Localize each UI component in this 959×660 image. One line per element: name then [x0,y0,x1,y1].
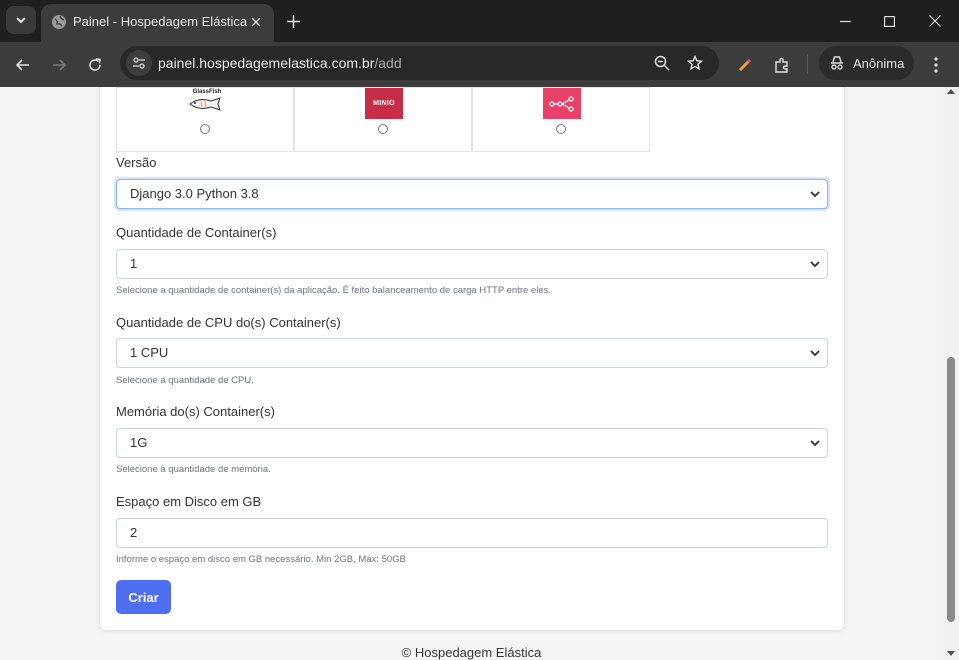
minimize-icon [839,20,851,22]
maximize-button[interactable] [875,8,903,34]
page-viewport: GlassFish MINIO Versão Django 3.0 Python… [0,87,943,660]
pen-icon [738,58,752,72]
window-close-button[interactable] [921,8,949,34]
extension-pen-button[interactable] [731,51,759,79]
fish-icon [189,97,221,111]
plus-icon [286,14,300,28]
close-icon [929,15,941,27]
profile-label: Anônima [853,55,905,71]
chevron-down-icon [810,191,820,198]
address-bar[interactable]: painel.hospedagemelastica.com.br/add [120,46,719,80]
tab-title: Painel - Hospedagem Elástica [73,14,248,29]
reload-icon [89,58,101,71]
scroll-up-arrow-icon[interactable] [947,89,955,94]
scroll-down-arrow-icon[interactable] [947,651,955,656]
tab-close-button[interactable] [246,12,266,32]
create-button-label: Criar [128,589,159,605]
memory-help: Selecione a quantidade de memória. [116,464,271,475]
maximize-icon [883,15,895,27]
minimize-button[interactable] [831,8,859,34]
version-select[interactable]: Django 3.0 Python 3.8 [116,179,828,209]
disk-help: Informe o espaço em disco em GB necessár… [116,554,406,565]
extensions-button[interactable] [768,51,796,79]
version-label: Versão [116,155,157,170]
bookmark-button[interactable] [684,52,706,74]
nodes-logo [543,88,581,119]
incognito-icon [831,56,843,70]
chevron-down-icon [810,440,820,447]
cpu-help: Selecione a quantidade de CPU. [116,375,254,386]
radio-nodes[interactable] [556,124,566,134]
chevron-down-icon [810,261,820,268]
containers-select[interactable]: 1 [116,249,828,279]
minio-logo: MINIO [365,88,403,119]
create-button[interactable]: Criar [116,580,171,614]
radio-minio[interactable] [378,124,388,134]
memory-select[interactable]: 1G [116,428,828,458]
version-value: Django 3.0 Python 3.8 [130,186,259,201]
containers-help: Selecione a quantidade de container(s) d… [116,285,551,296]
back-button[interactable] [9,51,37,79]
url-text: painel.hospedagemelastica.com.br/add [158,55,402,71]
zoom-icon [654,55,670,71]
active-tab[interactable]: Painel - Hospedagem Elástica [41,4,274,42]
image-option-minio[interactable]: MINIO [294,87,472,152]
page-scrollbar[interactable] [943,87,959,660]
globe-icon [52,15,66,29]
incognito-profile-button[interactable]: Anônima [819,46,914,80]
glassfish-logo: GlassFish [187,88,227,118]
tab-search-button[interactable] [6,6,36,34]
disk-value: 2 [130,525,138,540]
reload-button[interactable] [81,51,109,79]
form-card: GlassFish MINIO Versão Django 3.0 Python… [100,87,844,630]
disk-label: Espaço em Disco em GB [116,494,262,509]
memory-value: 1G [130,435,148,450]
browser-toolbar: painel.hospedagemelastica.com.br/add Anô… [0,42,959,87]
cpu-label: Quantidade de CPU do(s) Container(s) [116,315,341,330]
image-option-glassfish[interactable]: GlassFish [116,87,294,152]
arrow-left-icon [15,59,29,71]
tab-bar: Painel - Hospedagem Elástica [0,0,959,42]
star-icon [687,55,703,71]
cpu-value: 1 CPU [130,345,169,360]
image-option-nodes[interactable] [472,87,650,152]
radio-glassfish[interactable] [200,124,210,134]
chevron-down-icon [810,350,820,357]
disk-input[interactable]: 2 [116,518,828,548]
chevron-down-icon [16,17,26,24]
footer-copyright: © Hospedagem Elástica [401,645,542,660]
memory-label: Memória do(s) Container(s) [116,404,275,419]
containers-value: 1 [130,256,138,271]
cpu-select[interactable]: 1 CPU [116,338,828,368]
browser-menu-button[interactable] [922,51,950,79]
minio-logo-text: MINIO [373,100,395,107]
containers-label: Quantidade de Container(s) [116,225,277,240]
nodes-icon [549,95,574,112]
toolbar-separator [807,54,808,74]
forward-button[interactable] [45,51,73,79]
glassfish-logo-text: GlassFish [192,89,222,95]
more-vertical-icon [934,57,938,73]
close-icon [251,17,261,27]
arrow-right-icon [53,59,67,71]
scrollbar-thumb[interactable] [947,357,955,622]
url-host: painel.hospedagemelastica.com.br [158,55,375,71]
site-info-button[interactable] [126,50,152,76]
puzzle-icon [775,57,788,73]
zoom-button[interactable] [651,52,673,74]
new-tab-button[interactable] [282,10,304,32]
tune-icon [133,57,145,69]
url-path: /add [374,55,402,71]
